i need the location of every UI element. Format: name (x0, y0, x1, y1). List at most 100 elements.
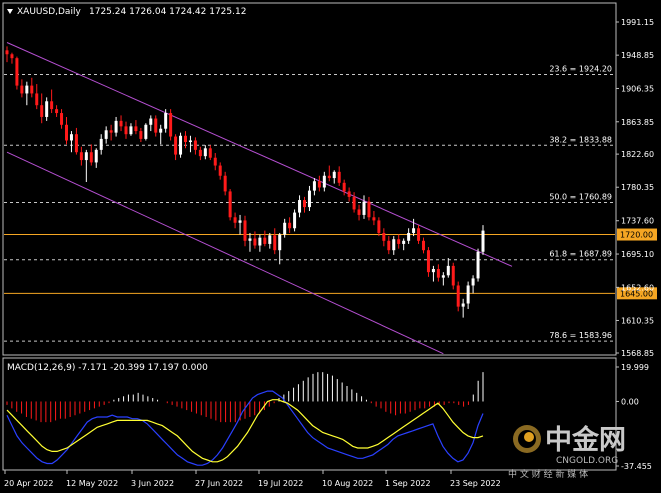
candle-body (65, 124, 68, 141)
candle-body (253, 238, 257, 246)
y-tick-label: 1652.60 (621, 283, 654, 292)
candle-body (441, 275, 445, 278)
candle-body (303, 200, 306, 208)
candle-body (367, 201, 371, 218)
candle-body (139, 131, 143, 139)
candle-body (417, 228, 421, 241)
candle-body (104, 130, 108, 139)
candle-body (322, 175, 326, 188)
chart-canvas: 23.6 = 1924.20 38.2 = 1833.88 50.0 = 1760.… (0, 0, 661, 493)
candle-body (40, 105, 44, 117)
candle-body (283, 222, 287, 235)
fib-label: 61.8 = 1687.89 (549, 250, 612, 259)
chart-background (0, 0, 661, 493)
candle-body (387, 240, 391, 251)
candle-body (451, 265, 455, 286)
candle-body (69, 134, 73, 141)
x-tick-label: 19 Jul 2022 (258, 479, 303, 488)
candle-body (198, 149, 202, 157)
candle-body (332, 171, 336, 179)
candle-body (15, 58, 19, 86)
candle-body (159, 128, 163, 133)
y-tick-label: 1610.35 (621, 316, 654, 325)
candle-body (357, 209, 361, 215)
candle-body (362, 201, 366, 215)
candle-body (184, 135, 187, 143)
candle-body (392, 239, 396, 251)
candle-body (397, 239, 401, 244)
candle (293, 209, 297, 232)
fib-label: 78.6 = 1583.96 (549, 331, 612, 340)
candle-body (124, 126, 128, 135)
fib-label: 38.2 = 1833.88 (549, 135, 612, 144)
candle-body (466, 285, 470, 304)
candle-body (312, 181, 316, 191)
y-tick-label: 1780.35 (621, 183, 654, 192)
fib-label: 50.0 = 1760.89 (549, 192, 612, 201)
candle-body (74, 134, 78, 153)
candle-body (461, 303, 465, 307)
candle-body (238, 220, 242, 223)
candle-body (407, 232, 411, 241)
y-tick-label: 1568.85 (621, 349, 654, 358)
candle-body (298, 200, 302, 213)
candle-body (372, 217, 376, 221)
candle-body (35, 93, 39, 106)
candle-body (79, 152, 83, 161)
candle (144, 123, 148, 141)
candle (451, 262, 455, 290)
macd-y-tick-label: 19.999 (621, 363, 649, 372)
candle-body (30, 85, 34, 94)
candle-body (243, 220, 247, 241)
candle-body (426, 250, 430, 273)
candle-body (223, 175, 227, 192)
candle-body (412, 228, 416, 233)
y-tick-label: 1695.10 (621, 250, 654, 259)
watermark-brand: 中金网 (545, 424, 626, 456)
candle (228, 189, 232, 221)
candle-body (288, 222, 292, 229)
candle-body (436, 269, 440, 278)
candle-body (293, 212, 297, 229)
x-tick-label: 20 Apr 2022 (4, 479, 53, 488)
candle-body (273, 235, 277, 251)
candle-body (317, 181, 321, 188)
candle-body (193, 140, 197, 150)
candle (169, 109, 173, 141)
candle-body (476, 251, 480, 279)
candle-body (248, 238, 252, 241)
candle-body (342, 182, 346, 192)
cngold-logo-icon (513, 425, 541, 453)
candle-body (258, 237, 262, 246)
y-tick-label: 1863.85 (621, 118, 654, 127)
symbol-label: XAUUSD,Daily (17, 7, 81, 17)
candle-body (446, 265, 450, 276)
candle-body (402, 240, 406, 244)
y-tick-label: 1737.60 (621, 217, 654, 226)
candle (476, 248, 480, 282)
candle-body (5, 50, 9, 55)
candle-body (149, 118, 153, 125)
candle-body (109, 130, 113, 133)
candle-body (208, 148, 212, 158)
watermark-tagline: 中 文 财 经 新 媒 体 (508, 468, 588, 480)
candle-body (471, 278, 475, 286)
candle-body (307, 190, 311, 208)
candle-body (164, 113, 168, 129)
x-tick-label: 12 May 2022 (66, 479, 118, 488)
candle-body (347, 191, 351, 197)
candle-body (154, 118, 158, 133)
y-tick-label: 1948.85 (621, 51, 654, 60)
candle-body (327, 175, 331, 179)
x-tick-label: 23 Sep 2022 (450, 479, 501, 488)
watermark-url: CNGOLD.ORG (556, 456, 618, 466)
candle-body (134, 126, 138, 132)
macd-y-tick-label: 0.00 (621, 397, 639, 406)
x-tick-label: 3 Jun 2022 (131, 479, 174, 488)
candle-body (45, 101, 49, 117)
candle-body (50, 101, 54, 110)
candle-body (94, 149, 98, 163)
candle-body (169, 113, 173, 137)
candle-body (55, 109, 59, 114)
candle-body (213, 157, 217, 166)
